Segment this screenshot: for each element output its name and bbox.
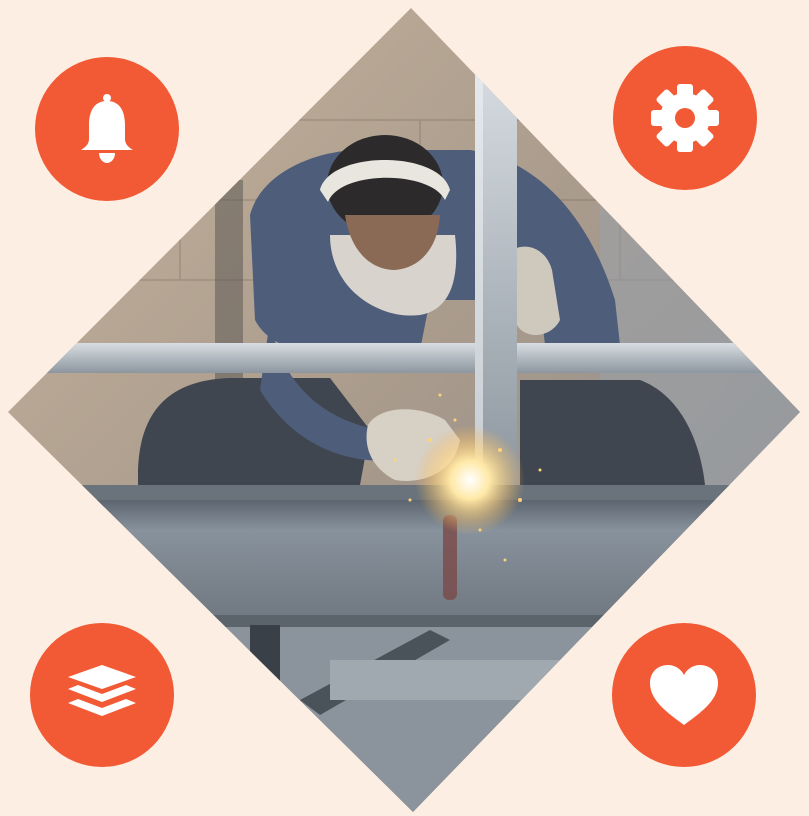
heart-icon — [650, 665, 718, 725]
heart-badge[interactable] — [612, 623, 756, 767]
layers-badge[interactable] — [30, 623, 174, 767]
gear-badge[interactable] — [613, 46, 757, 190]
gear-icon — [651, 84, 719, 152]
bell-badge[interactable] — [35, 57, 179, 201]
canvas — [0, 0, 809, 816]
bell-icon — [81, 94, 133, 163]
layers-icon — [68, 665, 136, 716]
